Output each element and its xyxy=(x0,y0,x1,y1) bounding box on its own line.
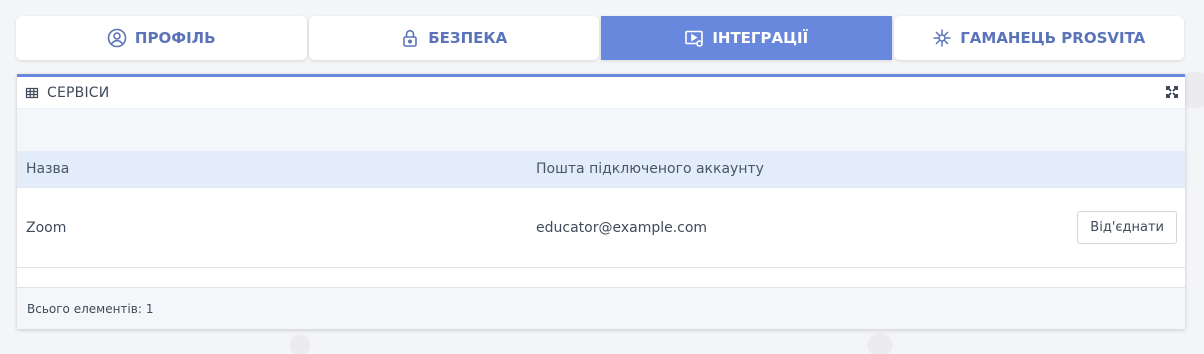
toolbar-strip xyxy=(17,109,1185,151)
column-header-name[interactable]: Назва xyxy=(17,161,536,177)
integrations-icon xyxy=(684,28,704,48)
panel-footer: Всього елементів: 1 xyxy=(17,287,1185,329)
total-items-count: 1 xyxy=(145,301,154,316)
tab-profile[interactable]: ПРОФІЛЬ xyxy=(16,16,307,60)
user-circle-icon xyxy=(107,28,127,48)
lock-icon xyxy=(400,28,420,48)
total-items-label: Всього елементів: xyxy=(27,301,142,316)
column-header-email[interactable]: Пошта підключеного аккаунту xyxy=(536,161,1185,177)
tab-security-label: БЕЗПЕКА xyxy=(428,29,508,47)
snowflake-icon xyxy=(932,28,952,48)
panel-header: СЕРВІСИ xyxy=(17,77,1185,109)
tab-bar: ПРОФІЛЬ БЕЗПЕКА ІНТЕГРАЦІЇ ГАМАНЕЦЬ PROS… xyxy=(16,16,1184,60)
panel-title: СЕРВІСИ xyxy=(47,84,110,101)
table-grid-icon xyxy=(25,86,39,100)
tab-integrations-label: ІНТЕГРАЦІЇ xyxy=(712,29,809,47)
table-row: Zoom educator@example.com Від'єднати xyxy=(17,188,1185,268)
tab-wallet[interactable]: ГАМАНЕЦЬ PROSVITA xyxy=(893,16,1184,60)
services-panel: СЕРВІСИ Назва Пошта підключеного аккаунт… xyxy=(17,74,1185,329)
tab-wallet-label: ГАМАНЕЦЬ PROSVITA xyxy=(960,29,1146,47)
tab-security[interactable]: БЕЗПЕКА xyxy=(308,16,599,60)
expand-icon[interactable] xyxy=(1165,85,1179,99)
tab-integrations[interactable]: ІНТЕГРАЦІЇ xyxy=(601,16,892,60)
tab-profile-label: ПРОФІЛЬ xyxy=(134,29,216,47)
table-header: Назва Пошта підключеного аккаунту xyxy=(17,151,1185,188)
disconnect-button[interactable]: Від'єднати xyxy=(1077,211,1177,244)
row-service-name: Zoom xyxy=(26,219,67,236)
